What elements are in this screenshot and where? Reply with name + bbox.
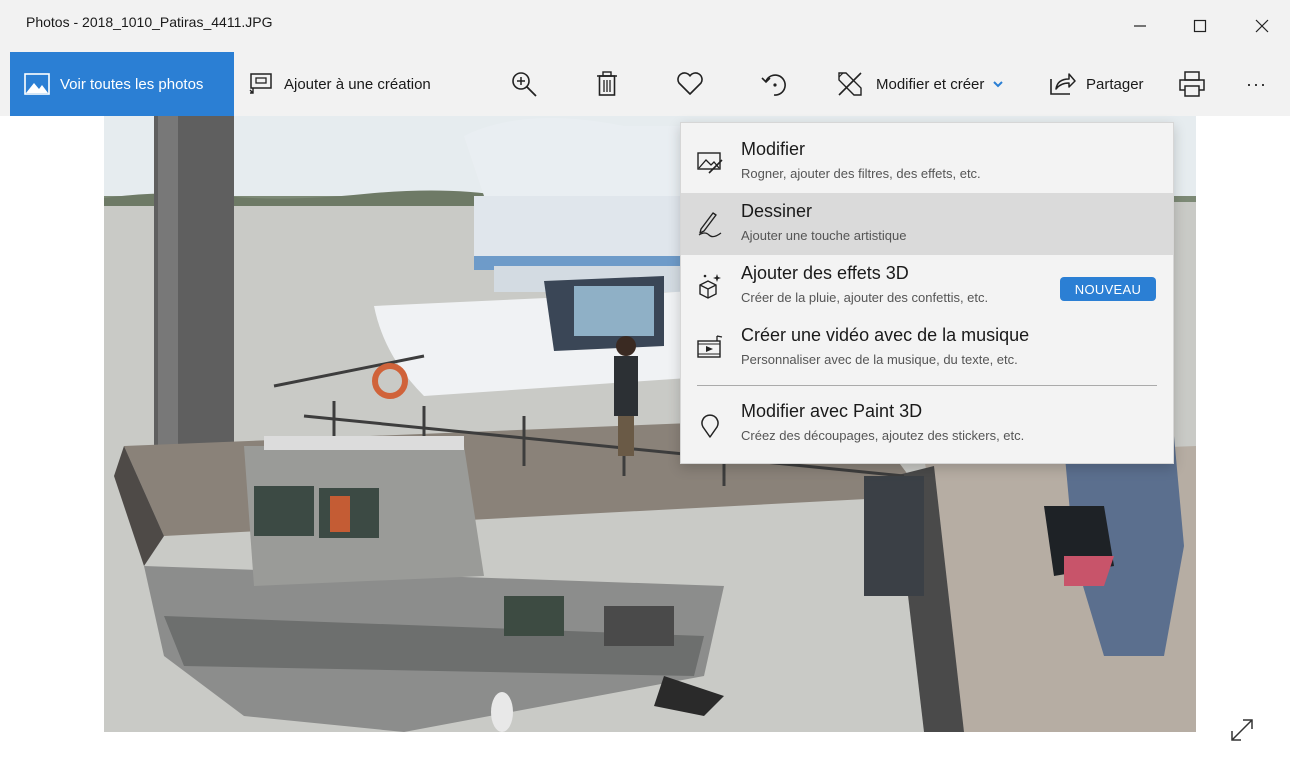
edit-create-menu: Modifier Rogner, ajouter des filtres, de… <box>680 122 1174 464</box>
fullscreen-button[interactable] <box>1228 716 1256 744</box>
toolbar: Voir toutes les photos Ajouter à une cré… <box>0 52 1290 116</box>
edit-create-button[interactable]: Modifier et créer <box>836 52 1004 116</box>
menu-item-dessiner[interactable]: Dessiner Ajouter une touche artistique <box>681 193 1173 255</box>
view-all-photos-button[interactable]: Voir toutes les photos <box>10 52 234 116</box>
photo-icon <box>24 73 50 95</box>
view-all-photos-label: Voir toutes les photos <box>60 75 204 93</box>
share-label: Partager <box>1086 75 1144 93</box>
add-to-creation-label: Ajouter à une création <box>284 75 431 93</box>
close-button[interactable] <box>1234 0 1290 52</box>
print-button[interactable] <box>1178 52 1206 116</box>
menu-item-video-musique[interactable]: Créer une vidéo avec de la musique Perso… <box>681 317 1173 379</box>
heart-icon <box>677 72 703 95</box>
chevron-down-icon <box>993 81 1004 88</box>
delete-icon <box>597 71 617 96</box>
share-button[interactable]: Partager <box>1048 52 1144 116</box>
rotate-icon <box>761 74 786 96</box>
menu-item-title: Dessiner <box>741 201 813 221</box>
zoom-in-icon <box>512 72 537 97</box>
menu-item-subtitle: Rogner, ajouter des filtres, des effets,… <box>741 166 981 181</box>
delete-button[interactable] <box>596 52 618 116</box>
add-to-creation-icon <box>249 73 272 94</box>
close-icon <box>1255 19 1269 33</box>
minimize-icon <box>1134 25 1146 27</box>
menu-item-title: Créer une vidéo avec de la musique <box>741 325 1030 345</box>
menu-item-subtitle: Personnaliser avec de la musique, du tex… <box>741 352 1018 367</box>
draw-pen-icon <box>698 212 722 238</box>
minimize-button[interactable] <box>1112 0 1168 52</box>
menu-item-modifier[interactable]: Modifier Rogner, ajouter des filtres, de… <box>681 131 1173 193</box>
maximize-button[interactable] <box>1172 0 1228 52</box>
menu-item-title: Modifier avec Paint 3D <box>741 401 923 421</box>
more-button[interactable]: ··· <box>1246 52 1267 116</box>
photos-app-window: Photos - 2018_1010_Patiras_4411.JPG Voir… <box>0 0 1290 770</box>
menu-item-paint-3d[interactable]: Modifier avec Paint 3D Créez des découpa… <box>681 393 1173 455</box>
menu-item-title: Modifier <box>741 139 806 159</box>
menu-item-subtitle: Créer de la pluie, ajouter des confettis… <box>741 290 989 305</box>
menu-item-subtitle: Créez des découpages, ajoutez des sticke… <box>741 428 1025 443</box>
add-to-creation-button[interactable]: Ajouter à une création <box>248 52 431 116</box>
window-title: Photos - 2018_1010_Patiras_4411.JPG <box>26 14 273 30</box>
effects-3d-icon <box>699 274 721 299</box>
paint-3d-icon <box>701 414 719 438</box>
zoom-in-button[interactable] <box>510 52 538 116</box>
menu-item-subtitle: Ajouter une touche artistique <box>741 228 907 243</box>
more-icon: ··· <box>1246 73 1267 94</box>
share-icon <box>1050 73 1076 95</box>
maximize-icon <box>1193 19 1207 33</box>
menu-item-title: Ajouter des effets 3D <box>741 263 909 283</box>
rotate-button[interactable] <box>760 52 790 116</box>
title-bar: Photos - 2018_1010_Patiras_4411.JPG <box>0 0 1290 52</box>
edit-image-icon <box>697 152 723 174</box>
new-badge: NOUVEAU <box>1060 277 1156 301</box>
edit-create-icon <box>838 72 862 96</box>
video-music-icon <box>697 335 723 358</box>
favorite-button[interactable] <box>676 52 704 116</box>
menu-separator <box>697 385 1157 386</box>
expand-icon <box>1231 719 1253 741</box>
edit-create-label: Modifier et créer <box>876 75 985 93</box>
print-icon <box>1179 71 1205 97</box>
